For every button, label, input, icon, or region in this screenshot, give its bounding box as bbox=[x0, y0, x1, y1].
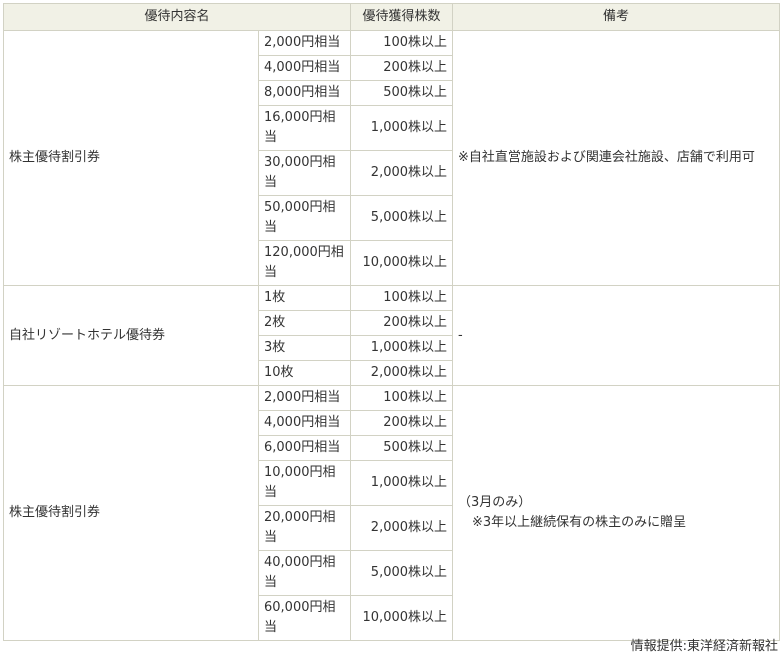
benefit-name: 株主優待割引券 bbox=[3, 30, 259, 286]
benefit-amount: 30,000円相当 bbox=[257, 150, 352, 196]
table-row: 自社リゾートホテル優待券 1枚 100株以上 - bbox=[3, 285, 781, 386]
required-shares: 10,000株以上 bbox=[350, 240, 454, 286]
required-shares: 1,000株以上 bbox=[350, 460, 454, 506]
benefit-amount: 16,000円相当 bbox=[257, 105, 352, 151]
benefit-amount: 40,000円相当 bbox=[257, 550, 352, 596]
benefit-amount: 20,000円相当 bbox=[257, 505, 352, 551]
note-line: ※自社直営施設および関連会社施設、店舗で利用可 bbox=[458, 150, 755, 165]
header-row: 優待内容名 優待獲得株数 備考 bbox=[2, 3, 781, 31]
benefit-amount: 4,000円相当 bbox=[257, 410, 352, 436]
required-shares: 1,000株以上 bbox=[350, 105, 454, 151]
benefit-amount: 6,000円相当 bbox=[257, 435, 352, 461]
benefit-note: ※自社直営施設および関連会社施設、店舗で利用可 bbox=[452, 30, 781, 286]
benefit-name: 自社リゾートホテル優待券 bbox=[3, 285, 259, 386]
benefit-amount: 50,000円相当 bbox=[257, 195, 352, 241]
note-line: ※3年以上継続保有の株主のみに贈呈 bbox=[472, 515, 687, 530]
required-shares: 100株以上 bbox=[350, 30, 454, 56]
required-shares: 500株以上 bbox=[350, 435, 454, 461]
benefit-name: 株主優待割引券 bbox=[3, 385, 259, 641]
benefit-amount: 3枚 bbox=[257, 335, 352, 361]
header-content-name: 優待内容名 bbox=[2, 3, 352, 31]
source-credit: 情報提供:東洋経済新報社 bbox=[630, 639, 778, 654]
table-row: 株主優待割引券 2,000円相当 100株以上 ※自社直営施設および関連会社施設、店舗… bbox=[3, 30, 781, 286]
required-shares: 2,000株以上 bbox=[350, 150, 454, 196]
required-shares: 200株以上 bbox=[350, 410, 454, 436]
required-shares: 100株以上 bbox=[350, 385, 454, 411]
benefit-amount: 1枚 bbox=[257, 285, 352, 311]
header-shares: 優待獲得株数 bbox=[350, 3, 454, 31]
benefit-note: - bbox=[452, 285, 781, 386]
benefit-amount: 8,000円相当 bbox=[257, 80, 352, 106]
required-shares: 5,000株以上 bbox=[350, 195, 454, 241]
benefits-table: 優待内容名 優待獲得株数 備考 株主優待割引券 2,000円相当 100株以上 ※自社… bbox=[2, 3, 781, 641]
required-shares: 10,000株以上 bbox=[350, 595, 454, 641]
benefit-amount: 2枚 bbox=[257, 310, 352, 336]
table-body: 株主優待割引券 2,000円相当 100株以上 ※自社直営施設および関連会社施設、店舗… bbox=[3, 30, 781, 641]
required-shares: 1,000株以上 bbox=[350, 335, 454, 361]
required-shares: 2,000株以上 bbox=[350, 360, 454, 386]
benefit-note: （3月のみ） ※3年以上継続保有の株主のみに贈呈 bbox=[452, 385, 781, 641]
note-line: - bbox=[458, 327, 463, 343]
note-line: （3月のみ） bbox=[458, 495, 532, 510]
header-note: 備考 bbox=[452, 3, 781, 31]
benefit-amount: 2,000円相当 bbox=[257, 385, 352, 411]
benefit-amount: 4,000円相当 bbox=[257, 55, 352, 81]
benefit-amount: 2,000円相当 bbox=[257, 30, 352, 56]
benefit-amount: 120,000円相当 bbox=[257, 240, 352, 286]
benefit-amount: 60,000円相当 bbox=[257, 595, 352, 641]
benefit-amount: 10,000円相当 bbox=[257, 460, 352, 506]
required-shares: 200株以上 bbox=[350, 310, 454, 336]
benefit-amount: 10枚 bbox=[257, 360, 352, 386]
required-shares: 100株以上 bbox=[350, 285, 454, 311]
required-shares: 2,000株以上 bbox=[350, 505, 454, 551]
table-row: 株主優待割引券 2,000円相当 100株以上 （3月のみ） ※3年以上継続保有の株主の… bbox=[3, 385, 781, 641]
required-shares: 200株以上 bbox=[350, 55, 454, 81]
required-shares: 500株以上 bbox=[350, 80, 454, 106]
required-shares: 5,000株以上 bbox=[350, 550, 454, 596]
